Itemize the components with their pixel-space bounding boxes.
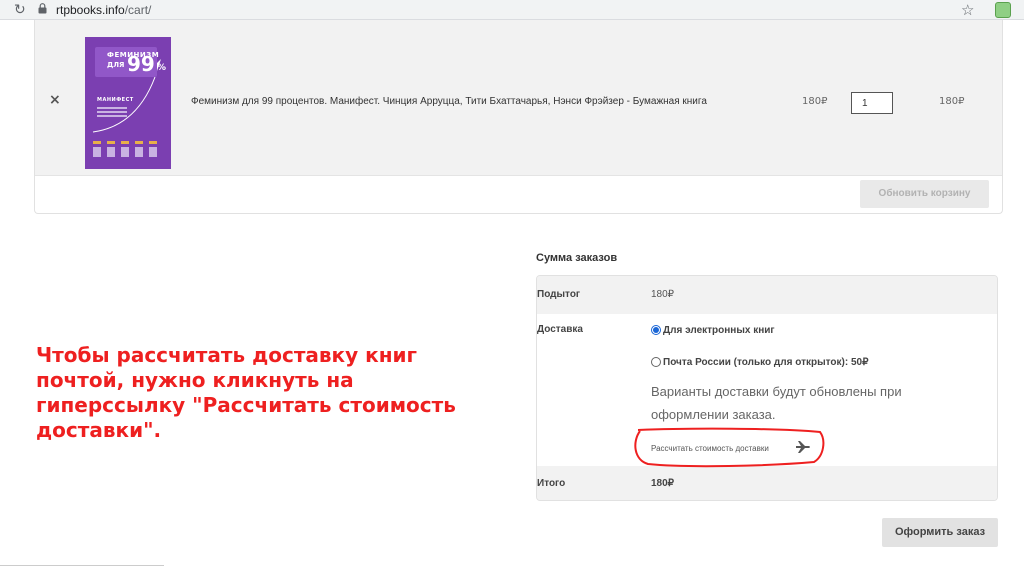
cover-subtitle: МАНИФЕСТ — [97, 97, 134, 103]
cover-text-lines — [97, 107, 127, 119]
address-bar[interactable]: rtpbooks.info/cart/ — [56, 2, 151, 18]
reload-icon[interactable]: ↻ — [14, 1, 26, 19]
product-name-link[interactable]: Феминизм для 99 процентов. Манифест. Чин… — [191, 95, 707, 109]
shipping-note: Варианты доставки будут обновлены при оф… — [651, 384, 902, 422]
update-cart-button[interactable]: Обновить корзину — [860, 180, 989, 208]
cart-totals-title: Сумма заказов — [536, 252, 618, 264]
cover-percent: % — [157, 63, 167, 73]
shipping-radio-post[interactable] — [651, 357, 661, 367]
order-total-label: Итого — [537, 478, 566, 489]
subtotal-row: Подытог 180₽ — [537, 276, 997, 314]
url-domain: rtpbooks.info — [56, 3, 125, 17]
cover-title-line2: ДЛЯ — [107, 61, 125, 69]
cover-number: 99 — [127, 52, 155, 76]
order-total-row: Итого 180₽ — [537, 466, 997, 500]
instruction-annotation: Чтобы рассчитать доставку книг почтой, н… — [36, 343, 456, 442]
quantity-input[interactable] — [851, 92, 893, 114]
star-icon[interactable]: ☆ — [961, 1, 974, 19]
remove-item-icon[interactable]: × — [49, 93, 61, 107]
book-cover-image[interactable]: ФЕМИНИЗМ ДЛЯ 99 % МАНИФЕСТ — [85, 37, 171, 169]
subtotal-label: Подытог — [537, 289, 581, 300]
highlight-circle — [634, 427, 825, 468]
cart-item-row: × ФЕМИНИЗМ ДЛЯ 99 % МАНИФЕСТ Феминизм дл… — [35, 20, 1002, 176]
item-subtotal: 180₽ — [939, 96, 965, 107]
cover-pattern — [93, 141, 157, 157]
divider — [0, 565, 164, 566]
order-total-value: 180₽ — [651, 478, 675, 489]
url-path: /cart/ — [124, 3, 152, 17]
cart-table: × ФЕМИНИЗМ ДЛЯ 99 % МАНИФЕСТ Феминизм дл… — [34, 20, 1003, 214]
browser-toolbar: ↻ rtpbooks.info/cart/ ☆ — [0, 0, 1024, 20]
lock-icon[interactable] — [38, 3, 47, 14]
shipping-option-post-label[interactable]: Почта России (только для открыток): 50₽ — [663, 357, 868, 368]
item-price: 180₽ — [802, 96, 828, 107]
checkout-button[interactable]: Оформить заказ — [882, 518, 998, 547]
shipping-radio-ebooks[interactable] — [651, 325, 661, 335]
extension-icon[interactable] — [995, 2, 1011, 18]
shipping-option-ebooks-label[interactable]: Для электронных книг — [663, 325, 775, 336]
shipping-label: Доставка — [537, 324, 583, 335]
subtotal-value: 180₽ — [651, 289, 675, 300]
